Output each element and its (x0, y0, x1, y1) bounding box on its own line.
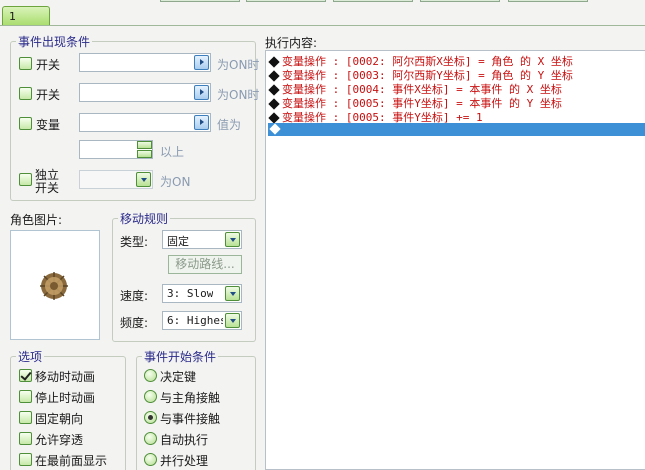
self-switch-suffix: 为ON (160, 175, 191, 189)
trigger-label: 与主角接触 (160, 391, 221, 405)
movement-title: 移动规则 (118, 210, 171, 227)
toolbar-button[interactable] (246, 0, 326, 2)
command-line[interactable]: 变量操作 : [0002: 阿尔西斯X坐标] = 角色 的 X 坐标 (268, 53, 573, 68)
option-label: 在最前面显示 (35, 454, 108, 468)
chevron-down-icon[interactable] (225, 286, 240, 301)
move-freq-value: 6: Highest (167, 314, 223, 327)
switch2-suffix: 为ON时 (217, 88, 260, 102)
browse-icon[interactable] (194, 115, 209, 130)
spin-down-icon[interactable] (137, 150, 152, 158)
diamond-icon (268, 111, 280, 124)
switch1-suffix: 为ON时 (217, 58, 260, 72)
switch2-checkbox[interactable] (19, 87, 32, 100)
option-label: 允许穿透 (35, 433, 84, 447)
toolbar-button[interactable] (508, 0, 588, 2)
command-line[interactable]: 变量操作 : [0004: 事件X坐标] = 本事件 的 X 坐标 (268, 81, 562, 96)
option-label: 停止时动画 (35, 391, 96, 405)
browse-icon[interactable] (194, 55, 209, 70)
variable-suffix: 值为 (217, 118, 242, 132)
move-speed-select[interactable]: 3: Slow (162, 284, 242, 303)
variable-select[interactable] (79, 113, 211, 132)
toolbar-button[interactable] (420, 0, 500, 2)
command-line[interactable]: 变量操作 : [0005: 事件Y坐标] = 本事件 的 Y 坐标 (268, 95, 562, 110)
diamond-icon (268, 69, 280, 82)
trigger-radio-autorun[interactable] (144, 432, 157, 445)
command-list[interactable]: 变量操作 : [0002: 阿尔西斯X坐标] = 角色 的 X 坐标 变量操作 … (265, 50, 645, 470)
diamond-icon (268, 55, 280, 68)
tab-divider (0, 25, 645, 26)
spin-up-icon[interactable] (137, 141, 152, 149)
trigger-label: 并行处理 (160, 454, 209, 468)
self-switch-label-2: 开关 (35, 181, 60, 195)
command-line[interactable]: 变量操作 : [0005: 事件Y坐标] += 1 (268, 109, 483, 124)
trigger-radio-player-touch[interactable] (144, 390, 157, 403)
option-label: 固定朝向 (35, 412, 84, 426)
browse-icon[interactable] (194, 85, 209, 100)
toolbar-button[interactable] (333, 0, 413, 2)
switch1-checkbox[interactable] (19, 57, 32, 70)
trigger-radio-parallel[interactable] (144, 453, 157, 466)
trigger-label: 决定键 (160, 370, 197, 384)
self-switch-select[interactable] (79, 170, 153, 189)
variable-suffix2: 以上 (160, 145, 185, 159)
option-label: 移动时动画 (35, 370, 96, 384)
move-type-select[interactable]: 固定 (162, 230, 242, 249)
option-checkbox-fixed-dir[interactable] (19, 411, 32, 424)
switch1-label: 开关 (36, 58, 61, 72)
move-type-label: 类型: (120, 235, 149, 249)
switch2-label: 开关 (36, 88, 61, 102)
commands-title: 执行内容: (265, 36, 318, 50)
chevron-down-icon[interactable] (225, 313, 240, 328)
trigger-radio-action[interactable] (144, 369, 157, 382)
tab-page-1[interactable]: 1 (2, 6, 50, 26)
move-type-value: 固定 (167, 235, 189, 248)
trigger-label: 与事件接触 (160, 412, 221, 426)
diamond-icon (269, 123, 281, 135)
move-route-button[interactable]: 移动路线... (168, 255, 242, 274)
move-speed-value: 3: Slow (167, 287, 214, 300)
options-title: 选项 (16, 348, 45, 365)
chevron-down-icon[interactable] (225, 232, 240, 247)
move-freq-label: 频度: (120, 316, 149, 330)
chevron-down-icon[interactable] (136, 172, 151, 187)
diamond-icon (268, 97, 280, 110)
option-checkbox-top[interactable] (19, 453, 32, 466)
move-speed-label: 速度: (120, 289, 149, 303)
character-sprite-icon (40, 272, 68, 300)
switch2-select[interactable] (79, 83, 211, 102)
switch1-select[interactable] (79, 53, 211, 72)
trigger-title: 事件开始条件 (142, 348, 219, 365)
self-switch-checkbox[interactable] (19, 173, 32, 186)
tab-label: 1 (9, 10, 16, 23)
variable-checkbox[interactable] (19, 117, 32, 130)
character-preview[interactable] (10, 230, 100, 340)
option-checkbox-through[interactable] (19, 432, 32, 445)
character-title: 角色图片: (10, 213, 63, 227)
trigger-label: 自动执行 (160, 433, 209, 447)
command-line[interactable]: 变量操作 : [0003: 阿尔西斯Y坐标] = 角色 的 Y 坐标 (268, 67, 573, 82)
option-checkbox-step-anim[interactable] (19, 390, 32, 403)
diamond-icon (268, 83, 280, 96)
move-freq-select[interactable]: 6: Highest (162, 311, 242, 330)
toolbar-button[interactable] (160, 0, 240, 2)
command-line-selected[interactable] (268, 123, 645, 136)
option-checkbox-walk-anim[interactable] (19, 369, 32, 382)
conditions-title: 事件出现条件 (16, 33, 93, 50)
variable-label: 变量 (36, 118, 61, 132)
trigger-radio-event-touch[interactable] (144, 411, 157, 424)
